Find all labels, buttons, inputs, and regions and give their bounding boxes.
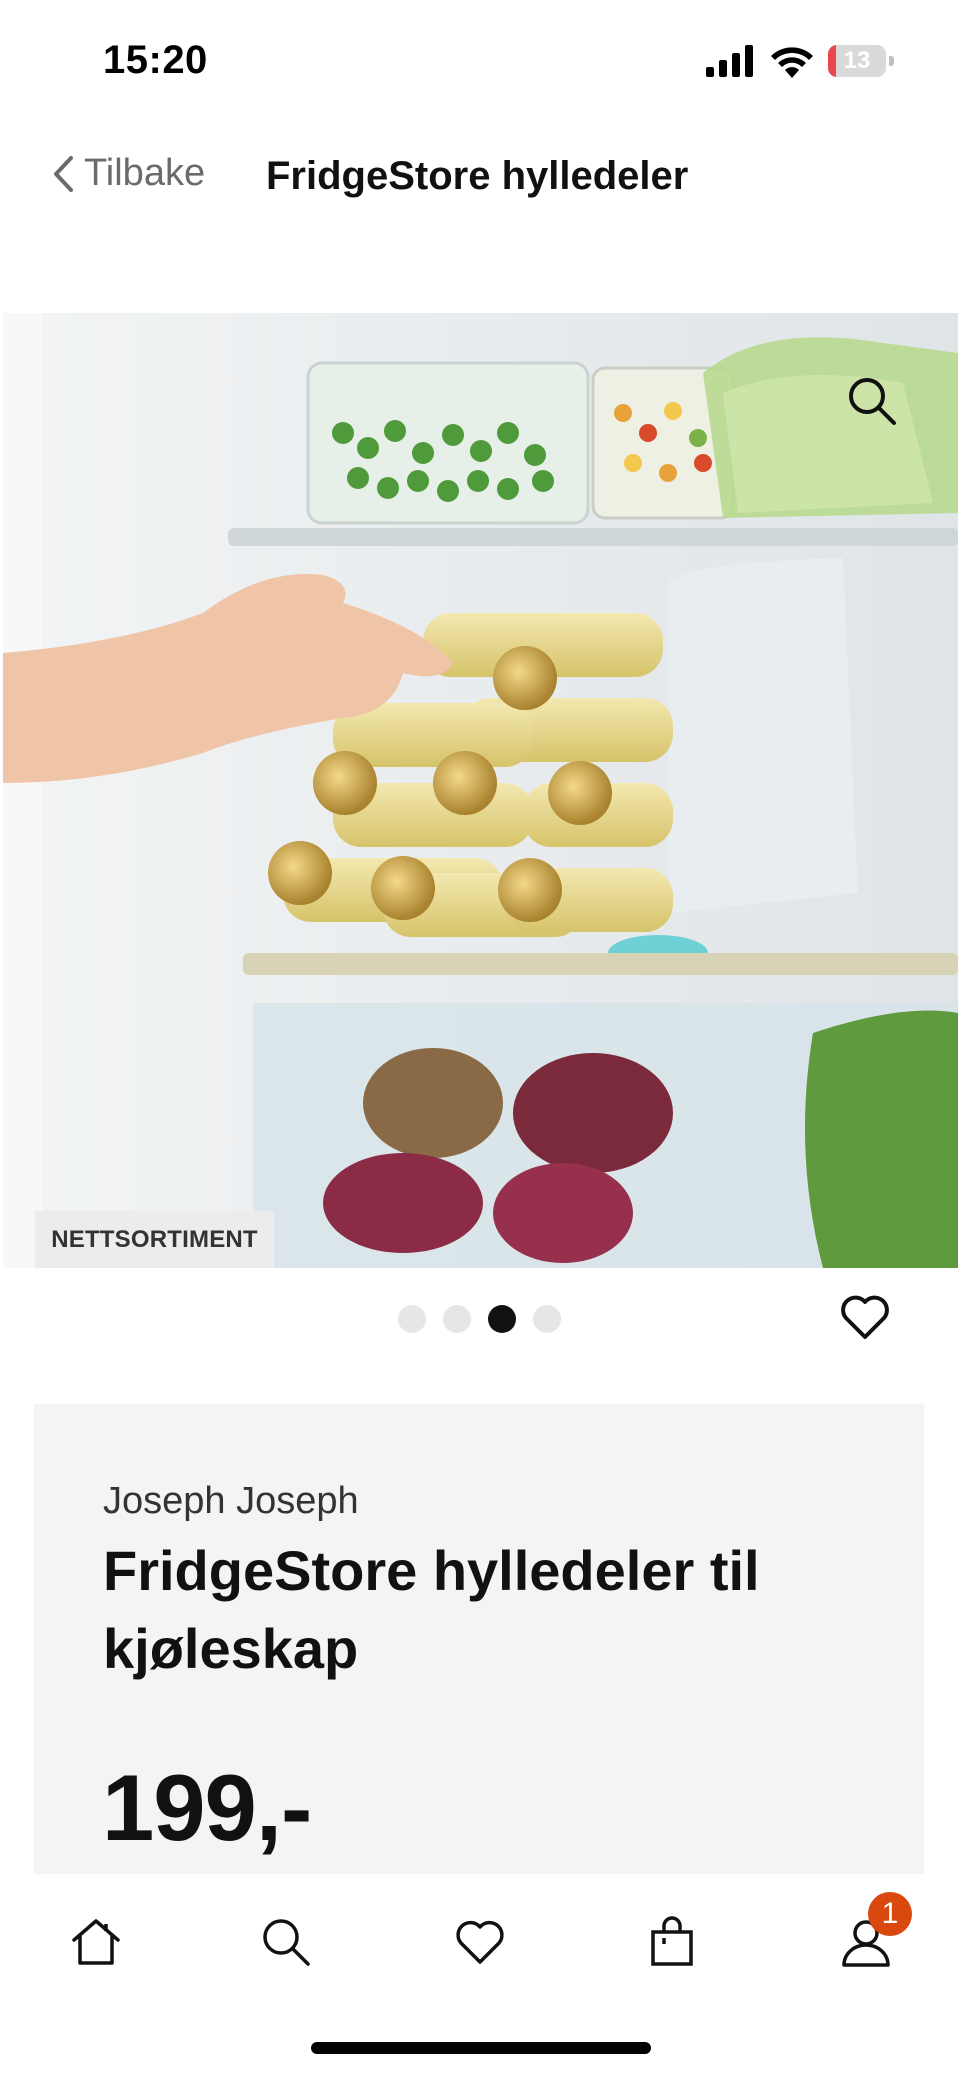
carousel-dot[interactable]	[488, 1305, 516, 1333]
carousel-dot[interactable]	[533, 1305, 561, 1333]
cellular-signal-icon	[706, 45, 753, 77]
product-price: 199,-	[102, 1755, 312, 1860]
status-bar: 15:20 13	[0, 0, 960, 120]
fridge-photo	[3, 313, 958, 1268]
battery-indicator: 13	[828, 45, 894, 77]
assortment-badge: NETTSORTIMENT	[35, 1211, 274, 1268]
home-indicator[interactable]	[311, 2042, 651, 2054]
page-title: FridgeStore hylledeler	[266, 154, 689, 198]
back-label: Tilbake	[84, 152, 206, 194]
back-button[interactable]: Tilbake	[52, 152, 205, 195]
home-icon[interactable]	[68, 1914, 124, 1970]
product-title: FridgeStore hylledeler til kjøleskap	[103, 1539, 760, 1680]
image-search-icon[interactable]	[844, 373, 900, 429]
carousel-dot[interactable]	[443, 1305, 471, 1333]
heart-icon[interactable]	[452, 1914, 508, 1970]
wifi-icon	[771, 47, 813, 78]
product-image[interactable]: NETTSORTIMENT	[3, 313, 958, 1268]
nav-header: Tilbake FridgeStore hylledeler	[0, 140, 960, 220]
carousel-dots	[398, 1305, 561, 1333]
battery-level: 13	[843, 47, 871, 74]
product-info-card: Joseph Joseph FridgeStore hylledeler til…	[34, 1404, 924, 1874]
profile-tab[interactable]: 1	[838, 1892, 912, 1970]
status-icons: 13	[706, 44, 894, 78]
status-time: 15:20	[103, 38, 208, 82]
notification-badge: 1	[868, 1892, 912, 1936]
shopping-bag-icon[interactable]	[644, 1914, 700, 1970]
product-brand: Joseph Joseph	[103, 1480, 359, 1522]
favorite-heart-icon[interactable]	[838, 1290, 892, 1344]
search-icon[interactable]	[258, 1914, 314, 1970]
carousel-dot[interactable]	[398, 1305, 426, 1333]
chevron-left-icon	[54, 155, 73, 192]
